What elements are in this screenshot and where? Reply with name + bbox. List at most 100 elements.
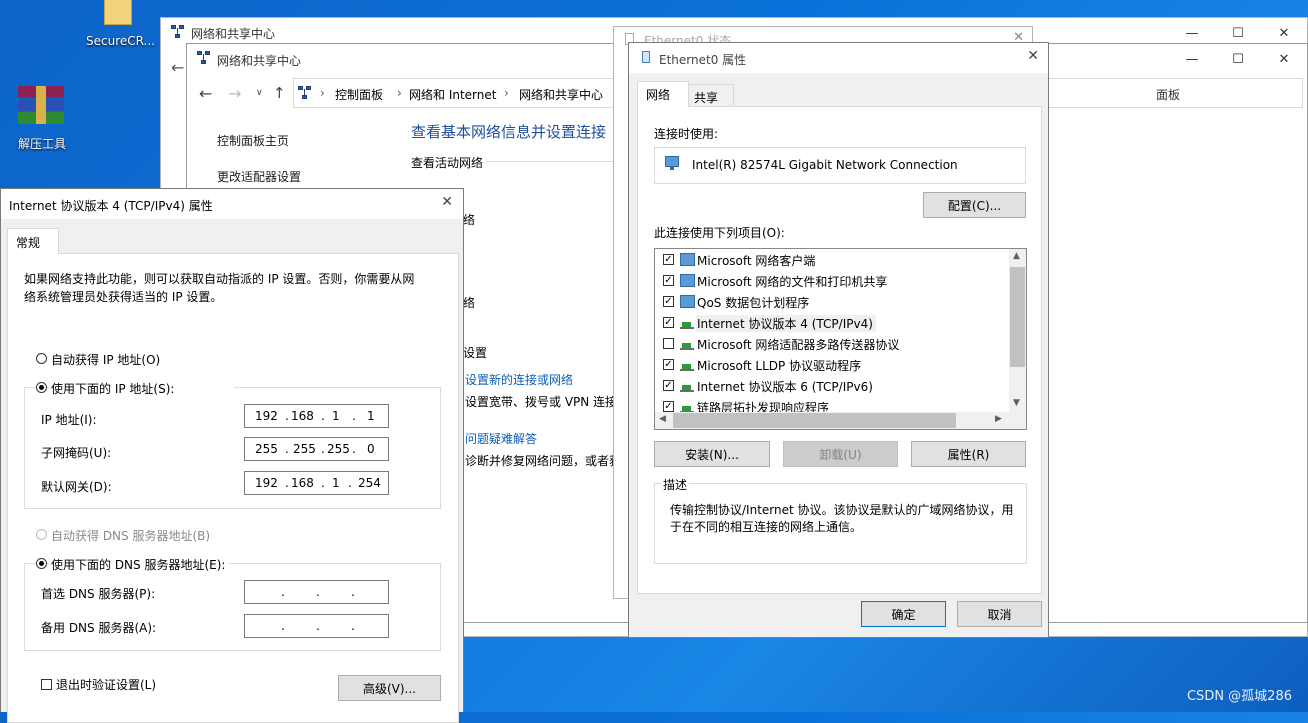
subnet-mask-label: 子网掩码(U): [41, 446, 112, 460]
manual-ip-radio[interactable] [36, 382, 47, 393]
scroll-left-icon[interactable]: ◀ [659, 414, 666, 424]
auto-dns-radio[interactable] [36, 529, 47, 540]
gateway-label: 默认网关(D): [41, 480, 112, 494]
validate-label[interactable]: 退出时验证设置(L) [56, 676, 156, 693]
scrollbar-thumb[interactable] [1010, 267, 1025, 367]
page-title: 查看基本网络信息并设置连接 [411, 123, 607, 141]
ip-address-field[interactable]: 192. 168. 1. 1 [244, 404, 389, 428]
minimize-icon[interactable]: — [1169, 44, 1215, 74]
octet: 0 [367, 442, 375, 456]
octet: 255 [327, 442, 350, 456]
checkbox[interactable]: ✓ [663, 317, 674, 328]
network-client-icon [680, 253, 695, 266]
list-item[interactable]: ✓ Microsoft 网络客户端 [655, 249, 1007, 270]
preferred-dns-field[interactable]: ... [244, 580, 389, 604]
desktop-icon-unzip[interactable]: 解压工具 [12, 84, 72, 154]
breadcrumb-separator: › [320, 86, 325, 100]
ethernet-properties-dialog[interactable]: Ethernet0 属性 ✕ 网络 共享 连接时使用: Intel(R) 825… [628, 42, 1049, 638]
network-client-icon [680, 274, 695, 287]
checkbox[interactable]: ✓ [663, 359, 674, 370]
close-icon[interactable]: ✕ [1261, 44, 1307, 74]
alternate-dns-field[interactable]: ... [244, 614, 389, 638]
items-label: 此连接使用下列项目(O): [654, 226, 785, 240]
list-item[interactable]: ✓ Microsoft 网络的文件和打印机共享 [655, 270, 1007, 291]
breadcrumb-item[interactable]: 网络和 Internet [409, 86, 496, 103]
subnet-mask-field[interactable]: 255. 255. 255. 0 [244, 437, 389, 461]
octet: 255 [293, 442, 316, 456]
desktop-icon-securecrt[interactable]: SecureCR... [86, 0, 158, 50]
back-arrow-icon[interactable]: ← [199, 84, 212, 103]
list-item-selected[interactable]: ✓ Internet 协议版本 4 (TCP/IPv4) [655, 312, 1007, 333]
up-arrow-icon[interactable]: ↑ [273, 84, 286, 102]
sidebar-item-adapter-settings[interactable]: 更改适配器设置 [217, 168, 301, 185]
auto-ip-radio[interactable] [36, 353, 47, 364]
ipv4-properties-dialog[interactable]: Internet 协议版本 4 (TCP/IPv4) 属性 ✕ 常规 如果网络支… [0, 188, 464, 723]
manual-dns-label[interactable]: 使用下面的 DNS 服务器地址(E): [49, 556, 230, 573]
maximize-icon[interactable]: ☐ [1215, 44, 1261, 74]
checkbox[interactable] [663, 338, 674, 349]
network-icon [197, 51, 211, 65]
octet: 1 [332, 476, 340, 490]
breadcrumb-item[interactable]: 控制面板 [335, 86, 383, 103]
tab-general[interactable]: 常规 [7, 228, 59, 254]
scrollbar-thumb[interactable] [673, 413, 956, 428]
forward-arrow-icon[interactable]: → [228, 84, 241, 103]
window-title: 网络和共享中心 [191, 27, 276, 41]
list-item[interactable]: ✓ Microsoft LLDP 协议驱动程序 [655, 354, 1007, 375]
close-icon[interactable]: ✕ [1027, 48, 1039, 64]
list-item-label: Microsoft 网络的文件和打印机共享 [697, 275, 888, 289]
manual-dns-radio[interactable] [36, 558, 47, 569]
manual-ip-label[interactable]: 使用下面的 IP 地址(S): [49, 380, 235, 397]
auto-ip-label[interactable]: 自动获得 IP 地址(O) [51, 351, 160, 368]
adapter-name: Intel(R) 82574L Gigabit Network Connecti… [692, 158, 958, 172]
list-item-label: QoS 数据包计划程序 [697, 296, 810, 310]
chevron-down-icon[interactable]: ∨ [256, 88, 263, 98]
checkbox[interactable]: ✓ [663, 401, 674, 412]
properties-button[interactable]: 属性(R) [911, 441, 1026, 467]
window-title: Ethernet0 属性 [659, 53, 747, 67]
description-label: 描述 [661, 476, 690, 493]
close-icon[interactable]: ✕ [441, 194, 453, 210]
ok-button[interactable]: 确定 [861, 601, 946, 627]
troubleshoot-desc: 诊断并修复网络问题，或者获 [465, 454, 622, 468]
checkbox[interactable]: ✓ [663, 275, 674, 286]
cancel-button[interactable]: 取消 [957, 601, 1042, 627]
validate-checkbox[interactable] [41, 679, 52, 690]
octet: 168 [291, 476, 314, 490]
link-new-connection[interactable]: 设置新的连接或网络 [465, 371, 573, 388]
checkbox[interactable]: ✓ [663, 296, 674, 307]
ip-group: 使用下面的 IP 地址(S): IP 地址(I): 192. 168. 1. 1… [24, 380, 441, 509]
list-item[interactable]: Microsoft 网络适配器多路传送器协议 [655, 333, 1007, 354]
scroll-up-icon[interactable]: ▲ [1013, 251, 1020, 261]
sidebar-item-home[interactable]: 控制面板主页 [217, 132, 289, 149]
text-fragment: 络 [463, 296, 476, 310]
scroll-down-icon[interactable]: ▼ [1013, 398, 1020, 408]
gateway-field[interactable]: 192. 168. 1. 254 [244, 471, 389, 495]
list-item-label: Microsoft LLDP 协议驱动程序 [697, 359, 862, 373]
back-arrow-icon[interactable]: ← [171, 58, 184, 77]
checkbox[interactable]: ✓ [663, 254, 674, 265]
octet: 1 [367, 409, 375, 423]
advanced-button[interactable]: 高级(V)... [338, 675, 441, 701]
network-adapter-icon [670, 167, 674, 170]
network-client-icon [680, 295, 695, 308]
list-item[interactable]: ✓ Internet 协议版本 6 (TCP/IPv6) [655, 375, 1007, 396]
breadcrumb-item[interactable]: 网络和共享中心 [519, 86, 603, 103]
horizontal-scrollbar[interactable]: ◀ ▶ [655, 412, 1026, 429]
desktop-icon-label: 解压工具 [18, 137, 67, 151]
configure-button[interactable]: 配置(C)... [923, 192, 1026, 218]
items-list[interactable]: ✓ Microsoft 网络客户端 ✓ Microsoft 网络的文件和打印机共… [654, 248, 1027, 430]
auto-dns-label[interactable]: 自动获得 DNS 服务器地址(B) [51, 527, 210, 544]
uninstall-button[interactable]: 卸载(U) [783, 441, 898, 467]
vertical-scrollbar[interactable]: ▲ ▼ [1009, 249, 1026, 412]
tab-sharing[interactable]: 共享 [688, 84, 734, 106]
tab-network[interactable]: 网络 [637, 81, 689, 107]
list-item[interactable]: ✓ QoS 数据包计划程序 [655, 291, 1007, 312]
window-title: Internet 协议版本 4 (TCP/IPv4) 属性 [9, 199, 213, 213]
checkbox[interactable]: ✓ [663, 380, 674, 391]
install-button[interactable]: 安装(N)... [654, 441, 770, 467]
link-troubleshoot[interactable]: 问题疑难解答 [465, 430, 537, 447]
scroll-right-icon[interactable]: ▶ [995, 414, 1002, 424]
breadcrumb-separator: › [397, 86, 402, 100]
octet: 168 [291, 409, 314, 423]
